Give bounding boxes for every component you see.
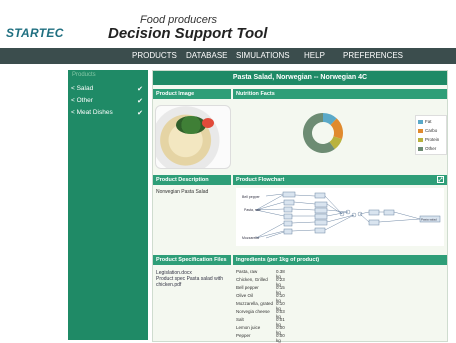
ingredient-name: Olive Oil bbox=[236, 293, 254, 298]
nav-database[interactable]: DATABASE bbox=[186, 51, 228, 60]
flow-node[interactable] bbox=[283, 220, 293, 227]
product-detail: Pasta Salad, Norwegian -- Norwegian 4C P… bbox=[152, 70, 448, 343]
flow-node[interactable] bbox=[314, 213, 328, 220]
ingredient-name: Pasta, raw bbox=[236, 269, 258, 274]
sidebar-heading: Products bbox=[72, 72, 96, 78]
app-title: Decision Support Tool bbox=[108, 25, 268, 42]
ingredient-row: Lemon juice 0.00 kg bbox=[236, 325, 285, 335]
legend-label: Protein bbox=[425, 137, 440, 142]
ingredient-name: Chicken, Grilled bbox=[236, 277, 268, 282]
product-title: Pasta Salad, Norwegian -- Norwegian 4C bbox=[153, 71, 447, 85]
ingredient-row: Norvegia cheese 0.03 kg bbox=[236, 309, 285, 319]
expand-icon[interactable]: ⤢ bbox=[437, 176, 444, 183]
sidebar-item-salad[interactable]: < Salad ✔ bbox=[71, 85, 145, 95]
nutrition-donut-chart bbox=[303, 113, 343, 153]
legend-swatch bbox=[418, 137, 423, 142]
legend-item-carbo: Carbo bbox=[418, 128, 437, 133]
legend-label: Fat bbox=[425, 119, 432, 124]
ingredient-name: Norvegia cheese bbox=[236, 309, 270, 314]
flow-node[interactable] bbox=[283, 199, 295, 206]
flow-node[interactable] bbox=[314, 201, 328, 208]
ingredient-name: Lemon juice bbox=[236, 325, 261, 330]
flow-label: Pasta, raw bbox=[244, 208, 261, 212]
flow-node[interactable] bbox=[283, 206, 293, 213]
app-header: STARTEC Food producers Decision Support … bbox=[0, 0, 456, 48]
panel-title: Product Flowchart bbox=[236, 177, 285, 183]
sidebar-item-other[interactable]: < Other ✔ bbox=[71, 97, 145, 107]
panel-header-spec-files: Product Specification Files bbox=[153, 255, 231, 265]
nutrition-legend: Fat Carbo Protein Other bbox=[415, 115, 447, 155]
ingredient-row: Olive Oil 0.10 kg bbox=[236, 293, 285, 303]
flow-node[interactable] bbox=[314, 227, 326, 234]
flow-node[interactable] bbox=[314, 192, 326, 199]
ingredient-name: Bell pepper bbox=[236, 285, 259, 290]
legend-label: Other bbox=[425, 146, 437, 151]
legend-swatch bbox=[418, 128, 423, 133]
check-icon: ✔ bbox=[137, 86, 143, 93]
nav-help[interactable]: HELP bbox=[304, 51, 325, 60]
flow-node[interactable] bbox=[383, 209, 395, 216]
basil-garnish bbox=[176, 116, 206, 134]
product-flowchart[interactable]: Pasta, raw Bell pepper Mozzarella Pasta … bbox=[236, 188, 444, 246]
nav-products[interactable]: PRODUCTS bbox=[132, 51, 177, 60]
tomato-garnish bbox=[202, 118, 214, 128]
spec-file-link[interactable]: Product spec Pasta salad with chicken.pd… bbox=[156, 276, 231, 288]
panel-header-image: Product Image bbox=[153, 89, 231, 99]
ingredient-name: Mozzarella, grated bbox=[236, 301, 274, 306]
flow-node[interactable] bbox=[283, 228, 293, 235]
panel-header-flowchart: Product Flowchart ⤢ bbox=[233, 175, 447, 185]
flow-node[interactable] bbox=[282, 191, 296, 198]
nav-simulations[interactable]: SIMULATIONS bbox=[236, 51, 290, 60]
flow-label: Mozzarella bbox=[242, 236, 259, 240]
ingredient-row: Mozzarella, grated 0.10 kg bbox=[236, 301, 285, 311]
nav-preferences[interactable]: PREFERENCES bbox=[343, 51, 403, 60]
legend-label: Carbo bbox=[425, 128, 438, 133]
panel-header-ingredients: Ingredients (per 1kg of product) bbox=[233, 255, 447, 265]
check-icon: ✔ bbox=[137, 110, 143, 117]
legend-item-fat: Fat bbox=[418, 119, 432, 124]
flow-node[interactable] bbox=[283, 213, 293, 220]
ingredient-row: Chicken, Grilled 0.23 kg bbox=[236, 277, 285, 287]
product-sidebar: Products < Salad ✔ < Other ✔ < Meat Dish… bbox=[68, 70, 148, 340]
ingredient-row: Pasta, raw 0.38 kg bbox=[236, 269, 285, 279]
legend-item-protein: Protein bbox=[418, 137, 439, 142]
check-icon: ✔ bbox=[137, 98, 143, 105]
flow-node[interactable] bbox=[368, 209, 380, 216]
sidebar-item-label: < Salad bbox=[71, 85, 94, 92]
ingredient-row: Pepper 0.00 kg bbox=[236, 333, 285, 343]
legend-swatch bbox=[418, 146, 423, 151]
panel-header-description: Product Description bbox=[153, 175, 231, 185]
flow-node[interactable] bbox=[314, 219, 328, 226]
flow-node[interactable] bbox=[368, 219, 380, 226]
panel-header-nutrition: Nutrition Facts bbox=[233, 89, 447, 99]
ingredient-row: Salt 0.01 kg bbox=[236, 317, 285, 327]
startec-logo[interactable]: STARTEC bbox=[6, 26, 64, 40]
main-nav: PRODUCTS DATABASE SIMULATIONS HELP PREFE… bbox=[0, 48, 456, 64]
flow-label: Pasta salad bbox=[421, 218, 437, 222]
ingredient-name: Salt bbox=[236, 317, 244, 322]
legend-swatch bbox=[418, 119, 423, 124]
legend-item-other: Other bbox=[418, 146, 436, 151]
flow-label: Bell pepper bbox=[242, 195, 261, 199]
product-image bbox=[155, 105, 231, 169]
product-description: Norwegian Pasta Salad bbox=[156, 189, 209, 195]
sidebar-item-label: < Meat Dishes bbox=[71, 109, 113, 116]
ingredient-row: Bell pepper 0.15 kg bbox=[236, 285, 285, 295]
flow-node[interactable] bbox=[314, 207, 328, 214]
sidebar-item-meat-dishes[interactable]: < Meat Dishes ✔ bbox=[71, 109, 145, 119]
sidebar-item-label: < Other bbox=[71, 97, 93, 104]
ingredient-name: Pepper bbox=[236, 333, 251, 338]
